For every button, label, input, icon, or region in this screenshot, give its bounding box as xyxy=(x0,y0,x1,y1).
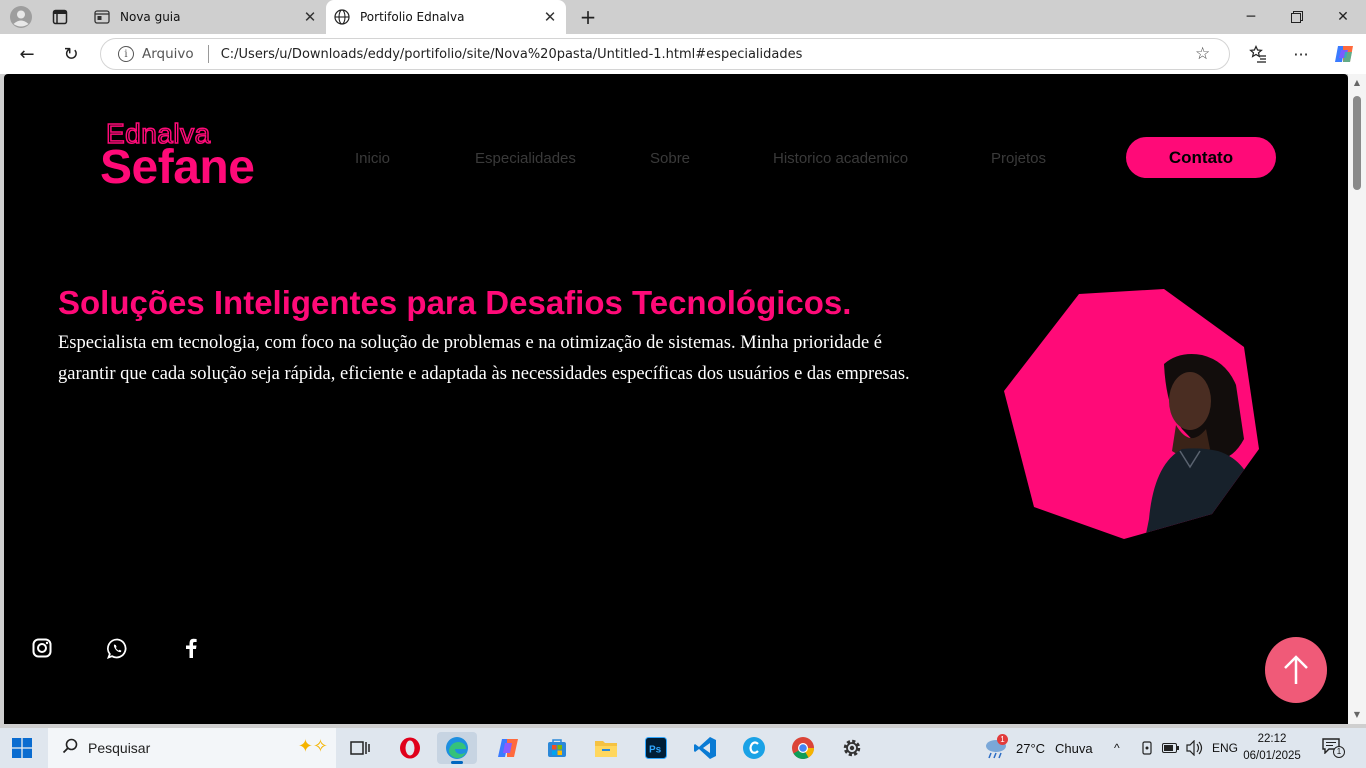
copilot-app-icon[interactable] xyxy=(488,732,528,764)
show-hidden-icons-icon[interactable]: ^ xyxy=(1114,728,1120,768)
opera-icon[interactable] xyxy=(390,732,430,764)
nav-historico-academico[interactable]: Historico academico xyxy=(773,150,908,167)
canva-icon[interactable] xyxy=(734,732,774,764)
favorites-icon[interactable] xyxy=(1245,42,1271,66)
scroll-down-icon[interactable]: ▼ xyxy=(1352,710,1362,720)
new-tab-page-icon xyxy=(94,9,110,25)
globe-icon xyxy=(334,9,350,25)
microsoft-store-icon[interactable] xyxy=(537,732,577,764)
rain-cloud-icon: 1 xyxy=(984,734,1010,759)
taskbar: Pesquisar ✦✧ Ps 1 27°C Chuva ^ ENG 22:12… xyxy=(0,728,1366,768)
hero-description-line-1: Especialista em tecnologia, com foco na … xyxy=(58,333,882,353)
facebook-icon[interactable] xyxy=(179,636,203,660)
hero-description-line-2: garantir que cada solução seja rápida, e… xyxy=(58,364,910,384)
arrow-up-icon xyxy=(1284,655,1308,684)
tab-nova-guia[interactable]: Nova guia ✕ xyxy=(86,0,326,34)
instagram-icon[interactable] xyxy=(30,636,54,660)
back-to-top-button[interactable] xyxy=(1265,637,1327,703)
edge-icon[interactable] xyxy=(437,732,477,764)
system-clock[interactable]: 22:12 06/01/2025 xyxy=(1242,731,1302,765)
browser-toolbar: ← ↻ i Arquivo C:/Users/u/Downloads/eddy/… xyxy=(0,34,1366,74)
search-placeholder: Pesquisar xyxy=(88,740,151,756)
address-bar[interactable]: i Arquivo C:/Users/u/Downloads/eddy/port… xyxy=(100,38,1230,70)
weather-temp: 27°C xyxy=(1016,740,1046,756)
page-viewport: Ednalva Sefane Inicio Especialidades Sob… xyxy=(4,74,1348,724)
nav-sobre[interactable]: Sobre xyxy=(650,150,690,167)
back-icon[interactable]: ← xyxy=(12,40,42,68)
battery-icon[interactable] xyxy=(1162,728,1180,768)
sparkle-icon: ✦✧ xyxy=(297,736,328,757)
vscode-icon[interactable] xyxy=(685,732,725,764)
settings-gear-icon[interactable] xyxy=(832,732,872,764)
notifications-icon[interactable]: 1 xyxy=(1322,728,1345,768)
weather-widget[interactable]: 1 27°C Chuva xyxy=(984,728,1093,768)
minimize-icon[interactable]: ─ xyxy=(1228,0,1274,34)
reload-icon[interactable]: ↻ xyxy=(56,40,86,68)
address-separator xyxy=(207,45,209,63)
notification-count: 1 xyxy=(1333,746,1345,758)
volume-icon[interactable] xyxy=(1186,728,1204,768)
url-text[interactable]: C:/Users/u/Downloads/eddy/portifolio/sit… xyxy=(221,47,1195,62)
svg-text:Ps: Ps xyxy=(649,745,662,756)
clock-date: 06/01/2025 xyxy=(1243,750,1301,762)
hero-headline: Soluções Inteligentes para Desafios Tecn… xyxy=(58,284,852,321)
chrome-icon[interactable] xyxy=(783,732,823,764)
more-menu-icon[interactable]: ··· xyxy=(1288,42,1314,66)
tab-title: Nova guia xyxy=(120,10,181,24)
close-tab-icon[interactable]: ✕ xyxy=(300,7,320,27)
language-indicator[interactable]: ENG xyxy=(1212,728,1238,768)
taskbar-search[interactable]: Pesquisar ✦✧ xyxy=(48,728,336,768)
profile-photo xyxy=(1004,289,1259,539)
weather-desc: Chuva xyxy=(1055,740,1093,756)
close-window-icon[interactable]: ✕ xyxy=(1320,0,1366,34)
logo-last-name[interactable]: Sefane xyxy=(100,144,255,192)
search-icon xyxy=(62,738,82,758)
photoshop-icon[interactable]: Ps xyxy=(636,732,676,764)
tab-actions-icon[interactable] xyxy=(46,5,74,29)
windows-start-icon[interactable] xyxy=(12,738,32,758)
nav-especialidades[interactable]: Especialidades xyxy=(475,150,576,167)
page-scrollbar[interactable]: ▲ ▼ xyxy=(1348,74,1366,724)
restore-icon[interactable] xyxy=(1274,0,1320,34)
nav-projetos[interactable]: Projetos xyxy=(991,150,1046,167)
active-indicator xyxy=(451,761,463,764)
tray-device-icon[interactable] xyxy=(1140,728,1154,768)
new-tab-button[interactable]: + xyxy=(576,5,600,29)
profile-icon[interactable] xyxy=(8,5,34,29)
info-icon[interactable]: i xyxy=(118,46,134,62)
scroll-up-icon[interactable]: ▲ xyxy=(1352,78,1362,88)
scheme-label: Arquivo xyxy=(142,46,194,62)
file-explorer-icon[interactable] xyxy=(586,732,626,764)
clock-time: 22:12 xyxy=(1257,733,1287,745)
contato-button[interactable]: Contato xyxy=(1126,137,1276,178)
task-view-icon[interactable] xyxy=(340,732,380,764)
scrollbar-thumb[interactable] xyxy=(1353,96,1361,190)
close-tab-icon[interactable]: ✕ xyxy=(540,7,560,27)
whatsapp-icon[interactable] xyxy=(105,636,129,660)
favorite-star-icon[interactable]: ☆ xyxy=(1195,44,1215,64)
tab-bar: Nova guia ✕ Portifolio Ednalva ✕ + ─ ✕ xyxy=(0,0,1366,34)
weather-badge: 1 xyxy=(997,734,1008,745)
hero-description: Especialista em tecnologia, com foco na … xyxy=(58,328,998,390)
tab-title: Portifolio Ednalva xyxy=(360,10,465,24)
nav-inicio[interactable]: Inicio xyxy=(355,150,390,167)
copilot-icon[interactable] xyxy=(1331,42,1357,66)
tab-portifolio[interactable]: Portifolio Ednalva ✕ xyxy=(326,0,566,34)
